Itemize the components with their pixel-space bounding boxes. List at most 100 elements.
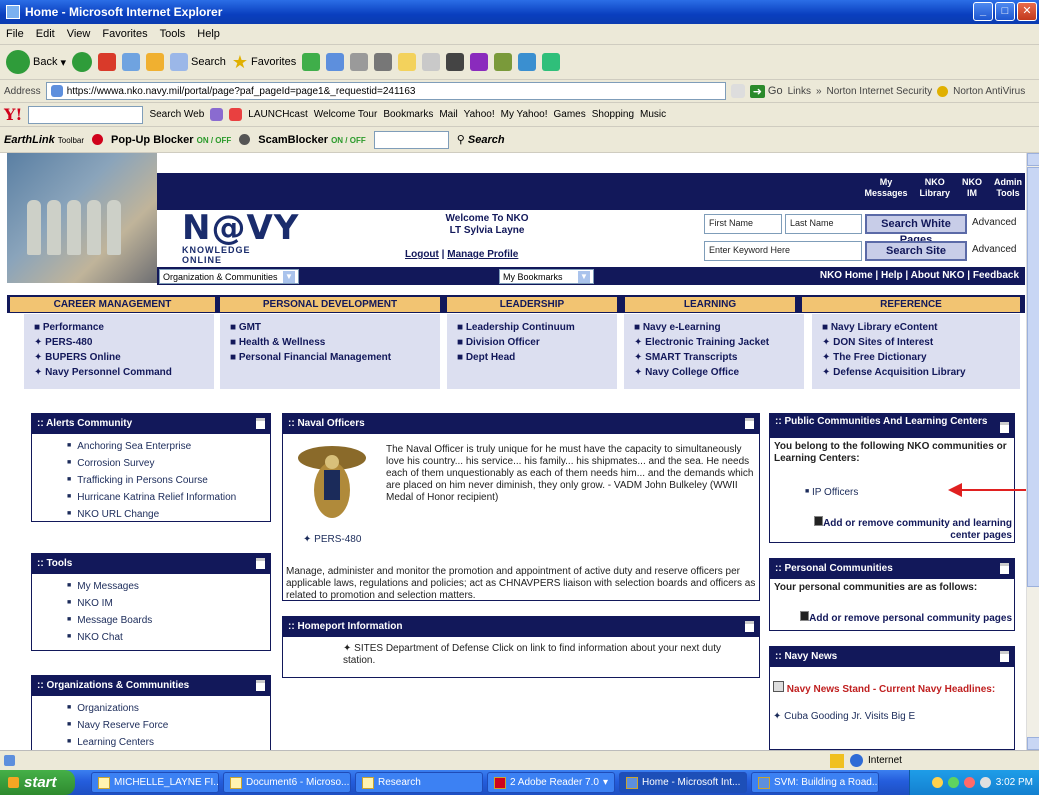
manage-profile-link[interactable]: Manage Profile xyxy=(447,249,518,260)
task-button-active[interactable]: Home - Microsoft Int... xyxy=(619,772,747,793)
nav-links[interactable]: NKO Home | Help | About NKO | Feedback xyxy=(820,270,1019,281)
minimize-icon[interactable] xyxy=(256,418,265,429)
search-white-pages-button[interactable]: Search White Pages xyxy=(865,214,967,246)
refresh-icon[interactable] xyxy=(122,53,140,71)
favorites-button[interactable]: ★ Favorites xyxy=(232,52,296,73)
my-messages-link[interactable]: My Messages xyxy=(864,177,907,199)
tab-reference[interactable]: REFERENCE xyxy=(802,297,1020,312)
earthlink-search-button[interactable]: ⚲ Search xyxy=(457,133,505,146)
mail-button[interactable]: Mail xyxy=(439,109,457,120)
shopping-button[interactable]: Shopping xyxy=(592,109,634,120)
scam-blocker-button[interactable]: ScamBlocker ON / OFF xyxy=(258,134,365,146)
minimize-icon[interactable] xyxy=(1000,422,1009,433)
task-button[interactable]: 2 Adobe Reader 7.0 ▾ xyxy=(487,772,615,793)
tab-personal-development[interactable]: PERSONAL DEVELOPMENT xyxy=(220,297,440,312)
page-icon[interactable] xyxy=(422,53,441,71)
add-community-link[interactable]: Add or remove community and learning cen… xyxy=(784,516,1012,542)
homeport-text[interactable]: ✦ SITES Department of Defense Click on l… xyxy=(343,643,733,667)
earthlink-search-input[interactable] xyxy=(373,130,449,149)
address-dropdown-icon[interactable] xyxy=(730,84,745,98)
page-scrollbar[interactable] xyxy=(1026,153,1039,750)
menu-view[interactable]: View xyxy=(67,28,91,40)
task-button[interactable]: Research xyxy=(355,772,483,793)
yahoo-messenger-icon[interactable] xyxy=(470,53,489,71)
tab-leadership[interactable]: LEADERSHIP xyxy=(447,297,617,312)
research-icon[interactable] xyxy=(494,53,513,71)
folder-icon[interactable] xyxy=(398,53,417,71)
task-button[interactable]: Document6 - Microso... xyxy=(223,772,351,793)
link-health-wellness[interactable]: ■ Health & Wellness xyxy=(230,335,430,350)
ip-officers-link[interactable]: ■ IP Officers xyxy=(805,486,858,499)
home-icon[interactable] xyxy=(146,53,164,71)
task-button[interactable]: MICHELLE_LAYNE FI... xyxy=(91,772,219,793)
search-site-button[interactable]: Search Site xyxy=(865,241,967,261)
link-dept-head[interactable]: ■ Dept Head xyxy=(457,350,607,365)
history-icon[interactable] xyxy=(302,53,321,71)
minimize-icon[interactable] xyxy=(256,680,265,691)
menu-help[interactable]: Help xyxy=(197,28,220,40)
bookmarks-select[interactable]: My Bookmarks ▼ xyxy=(499,269,594,284)
task-button[interactable]: SVM: Building a Road... xyxy=(751,772,879,793)
highlight-icon[interactable] xyxy=(210,108,224,121)
scroll-thumb[interactable] xyxy=(1027,167,1039,587)
list-item[interactable]: Learning Centers xyxy=(67,734,270,750)
games-button[interactable]: Games xyxy=(554,109,586,120)
navy-news-headline[interactable]: Navy News Stand - Current Navy Headlines… xyxy=(773,681,995,696)
keyword-input[interactable]: Enter Keyword Here xyxy=(704,241,862,261)
search-button[interactable]: Search xyxy=(170,53,226,71)
list-item[interactable]: My Messages xyxy=(67,578,270,595)
link-free-dictionary[interactable]: ✦ The Free Dictionary xyxy=(822,350,1010,365)
menu-file[interactable]: File xyxy=(6,28,24,40)
list-item[interactable]: Navy Reserve Force xyxy=(67,717,270,734)
tray-icon[interactable] xyxy=(947,777,959,788)
link-navy-library-econtent[interactable]: ■ Navy Library eContent xyxy=(822,320,1010,335)
popup-blocker-button[interactable]: Pop-Up Blocker ON / OFF xyxy=(111,134,231,146)
discuss-icon[interactable] xyxy=(518,53,537,71)
tab-career-management[interactable]: CAREER MANAGEMENT xyxy=(10,297,215,312)
maximize-button[interactable]: □ xyxy=(995,2,1015,21)
yahoo-button[interactable]: Yahoo! xyxy=(464,109,495,120)
norton-antivirus-button[interactable]: Norton AntiVirus xyxy=(953,86,1025,97)
go-button[interactable]: ➜ Go xyxy=(749,84,783,98)
link-electronic-training-jacket[interactable]: ✦ Electronic Training Jacket xyxy=(634,335,794,350)
link-bupers-online[interactable]: ✦ BUPERS Online xyxy=(34,350,204,365)
list-item[interactable]: Anchoring Sea Enterprise xyxy=(67,438,270,455)
minimize-icon[interactable] xyxy=(745,418,754,429)
minimize-icon[interactable] xyxy=(1000,651,1009,662)
nko-im-link[interactable]: NKO IM xyxy=(962,177,982,199)
menu-edit[interactable]: Edit xyxy=(36,28,55,40)
link-division-officer[interactable]: ■ Division Officer xyxy=(457,335,607,350)
list-item[interactable]: Organizations xyxy=(67,700,270,717)
bookmarks-button[interactable]: Bookmarks xyxy=(383,109,433,120)
scroll-down-icon[interactable] xyxy=(1027,737,1039,750)
list-item[interactable]: Trafficking in Persons Course xyxy=(67,472,270,489)
nko-library-link[interactable]: NKO Library xyxy=(919,177,950,199)
org-select[interactable]: Organization & Communities ▼ xyxy=(159,269,299,284)
start-button[interactable]: start xyxy=(0,770,75,795)
launchcast-button[interactable]: LAUNCHcast xyxy=(248,109,307,120)
mail-icon[interactable] xyxy=(326,53,345,71)
last-name-input[interactable]: Last Name xyxy=(785,214,862,234)
link-navy-college-office[interactable]: ✦ Navy College Office xyxy=(634,365,794,380)
edit-icon[interactable] xyxy=(374,53,393,71)
link-don-sites[interactable]: ✦ DON Sites of Interest xyxy=(822,335,1010,350)
address-input[interactable]: https://wwwa.nko.navy.mil/portal/page?pa… xyxy=(45,82,726,100)
link-leadership-continuum[interactable]: ■ Leadership Continuum xyxy=(457,320,607,335)
welcome-tour-button[interactable]: Welcome Tour xyxy=(314,109,378,120)
scroll-up-icon[interactable] xyxy=(1027,153,1039,166)
close-button[interactable]: ✕ xyxy=(1017,2,1037,21)
minimize-button[interactable]: _ xyxy=(973,2,993,21)
print-icon[interactable] xyxy=(350,53,369,71)
list-item[interactable]: Hurricane Katrina Relief Information xyxy=(67,489,270,506)
logout-link[interactable]: Logout xyxy=(405,249,439,260)
search-web-button[interactable]: Search Web xyxy=(149,109,204,120)
stop-icon[interactable] xyxy=(98,53,116,71)
list-item[interactable]: NKO IM xyxy=(67,595,270,612)
tab-learning[interactable]: LEARNING xyxy=(625,297,795,312)
volume-icon[interactable] xyxy=(979,777,991,788)
my-yahoo-button[interactable]: My Yahoo! xyxy=(501,109,548,120)
yahoo-search-input[interactable] xyxy=(28,105,144,124)
earthlink-logo[interactable]: EarthLink Toolbar xyxy=(4,134,84,146)
menu-favorites[interactable]: Favorites xyxy=(102,28,147,40)
advanced-link[interactable]: Advanced xyxy=(972,217,1016,228)
